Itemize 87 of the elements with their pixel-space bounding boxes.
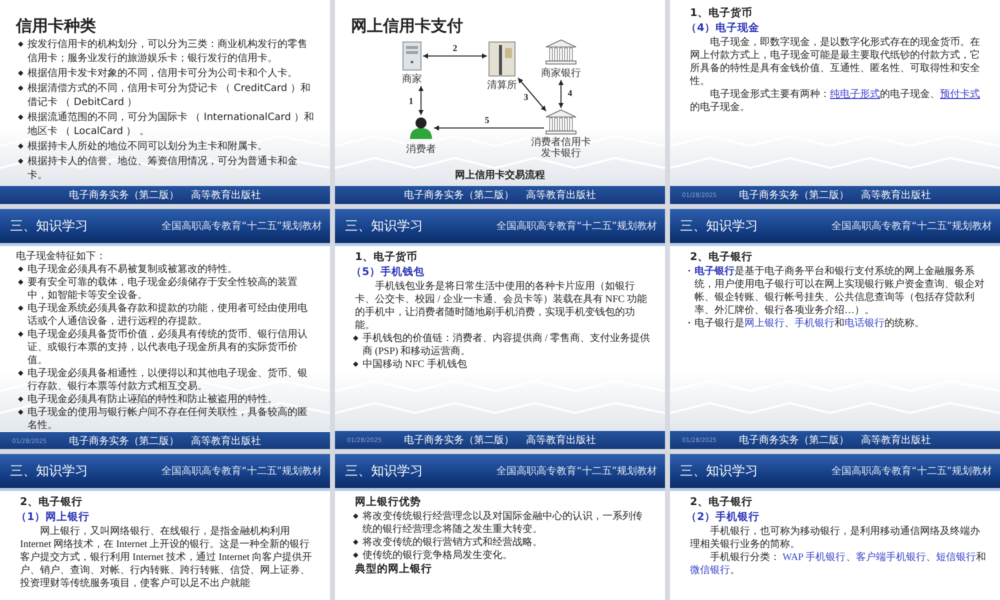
publisher-name: 高等教育出版社 — [861, 188, 931, 202]
paragraph: 电子现金，即数字现金，是以数字化形式存在的现金货币。在网上付款方式上，电子现金可能是最主要取代纸钞的付款方式，它所具备的特性是具有金钱价值、互通性、匿名性、可取得性和安全性。 — [690, 36, 981, 88]
arrow-label: 1 — [408, 96, 414, 106]
subsection-heading: （5）手机钱包 — [351, 265, 426, 280]
section-title: 三、知识学习 — [345, 463, 423, 480]
section-heading: 网上银行优势 — [355, 495, 422, 510]
book-title: 电子商务实务（第二版） — [69, 188, 179, 202]
bullet-text: 电子银行是网上银行、手机银行和电话银行的统称。 — [694, 317, 924, 330]
series-label: 全国高职高专教育“十二五”规划教材 — [162, 464, 322, 478]
bullet-text: 电子现金必须具有防止诬陷的特性和防止被盗用的特性。 — [27, 393, 278, 406]
slide-title: 信用卡种类 — [16, 16, 97, 36]
section-heading: 1、电子货币 — [690, 6, 754, 21]
publisher-name: 高等教育出版社 — [526, 188, 596, 202]
book-title: 电子商务实务（第二版） — [404, 188, 514, 202]
subsection-heading: （2）手机银行 — [686, 510, 760, 525]
bullet-text: 要有安全可靠的载体，电子现金必须储存于安全性较高的装置中，如智能卡等安全设备。 — [27, 276, 298, 302]
section-heading: 2、电子银行 — [690, 495, 754, 510]
paragraph: 手机钱包业务是将日常生活中使用的各种卡片应用（如银行卡、公交卡、校园 / 企业一卡通、会员卡等）装载在具有 NFC 功能的手机中，让消费者随时随地刷手机消费，实现手机变钱包的功能。 — [355, 280, 648, 332]
bullet-text: 电子现金必须具备货币价值，必须具有传统的货币、银行信用认证、或银行本票的支持，以代表电子现金所具有的实际货币价值。 — [27, 328, 308, 367]
bank-icon — [546, 40, 576, 64]
section-title: 三、知识学习 — [680, 463, 758, 480]
book-title: 电子商务实务（第二版） — [404, 434, 514, 447]
slide-thumbnail[interactable] — [0, 209, 330, 449]
slide-thumbnail[interactable]: 三、知识学习 全国高职高专教育“十二五”规划教材 2、电子银行 （2）手机银行 手机银行，也可称为移动银行，是利用移动通信网络及终端办理相关银行业务的简称。 手机银行分类： WAP 手机银行、客户端手机银行、短信银行和 微信银行。 — [670, 454, 1000, 600]
bullet-text: 电子现金必须具有不易被复制或被篡改的特性。 — [27, 263, 238, 276]
bullet-text: 根据清偿方式的不同，信用卡可分为贷记卡 （ CreditCard ）和借记卡 （ DebitCard ） — [27, 82, 312, 110]
section-title: 三、知识学习 — [10, 463, 88, 480]
slide-thumbnail[interactable]: 网上信用卡支付 1 2 3 4 5 商家 清算所 商家银行 消费者 消费者信用卡 发卡银行 网上信用卡交易流程 电子商务实务（第二版） 高等教育出版社 — [335, 0, 665, 204]
paragraph: 手机银行分类： WAP 手机银行、客户端手机银行、短信银行和 微信银行。 — [690, 551, 986, 577]
series-label: 全国高职高专教育“十二五”规划教材 — [832, 220, 992, 233]
section-title: 三、知识学习 — [680, 218, 758, 235]
bank-icon — [546, 110, 576, 134]
book-title: 电子商务实务（第二版） — [739, 188, 849, 202]
paragraph: 电子现金形式主要有两种：纯电子形式的电子现金、预付卡式 的电子现金。 — [690, 88, 981, 114]
person-icon — [410, 118, 432, 139]
arrow-label: 2 — [452, 43, 458, 53]
publisher-name: 高等教育出版社 — [861, 434, 931, 447]
building-icon — [488, 42, 516, 76]
slide-title: 网上信用卡支付 — [351, 16, 464, 36]
section-heading: 2、电子银行 — [20, 495, 84, 510]
slide-thumbnail[interactable] — [0, 0, 330, 204]
subsection-heading: （1）网上银行 — [16, 510, 90, 525]
slide-thumbnail[interactable] — [335, 209, 665, 449]
bullet-text: 根据持卡人的信誉、地位、筹资信用情况，可分为普通卡和金卡。 — [27, 155, 298, 183]
publisher-name: 高等教育出版社 — [526, 434, 596, 447]
series-label: 全国高职高专教育“十二五”规划教材 — [496, 220, 657, 233]
bullet-text: 按发行信用卡的机构划分，可以分为三类：商业机构发行的零售信用卡；服务业发行的旅游娱乐卡；银行发行的信用卡。 — [27, 38, 308, 66]
bullet-text: 根据持卡人所处的地位不同可以划分为主卡和附属卡。 — [27, 140, 268, 154]
section-title: 三、知识学习 — [345, 218, 423, 235]
link[interactable]: 纯电子形式 — [830, 89, 880, 100]
series-label: 全国高职高专教育“十二五”规划教材 — [496, 464, 657, 478]
section-heading: 典型的网上银行 — [355, 562, 433, 577]
publisher-name: 高等教育出版社 — [191, 188, 261, 202]
bullet-text: 将改变传统银行经营理念以及对国际金融中心的认识，一系列传统的银行经营理念将随之发生重大转变。 — [362, 510, 644, 536]
arrow-label: 5 — [484, 115, 490, 125]
arrow-label: 4 — [568, 88, 572, 98]
server-icon — [402, 42, 422, 70]
bullet-text: 手机钱包的价值链：消费者、内容提供商 / 零售商、支付业务提供商 (PSP) 和移动运营商。 — [362, 332, 651, 358]
node-label: 消费者信用卡 发卡银行 — [531, 137, 591, 159]
node-label: 商家 — [402, 74, 422, 85]
node-label: 商家银行 — [541, 68, 581, 79]
publisher-name: 高等教育出版社 — [191, 434, 261, 448]
section-heading: 1、电子货币 — [355, 250, 418, 265]
link[interactable]: 预付卡式 — [940, 89, 980, 100]
bullet-text: 根据信用卡发卡对象的不同，信用卡可分为公司卡和个人卡。 — [27, 67, 298, 81]
section-title: 三、知识学习 — [10, 218, 88, 235]
bullet-text: 电子现金的使用与银行帐户间不存在任何关联性，具备较高的匿名性。 — [27, 406, 308, 432]
node-label: 消费者 — [406, 144, 436, 155]
bullet-text: 中国移动 NFC 手机钱包 — [362, 358, 467, 371]
section-heading: 2、电子银行 — [690, 250, 754, 265]
paragraph: 电子现金特征如下： — [16, 250, 107, 263]
bullet-text: 根据流通范围的不同，可分为国际卡 （ InternationalCard ）和地区卡 （ LocalCard ） 。 — [27, 111, 316, 139]
node-label: 清算所 — [487, 80, 517, 91]
bullet-text: 使传统的银行竞争格局发生变化。 — [362, 549, 512, 562]
series-label: 全国高职高专教育“十二五”规划教材 — [162, 220, 322, 233]
paragraph: 手机银行，也可称为移动银行，是利用移动通信网络及终端办理相关银行业务的简称。 — [690, 525, 981, 551]
bullet-text: 电子现金系统必须具备存款和提款的功能，使用者可经由使用电话或个人通信设备，进行远程的存提款。 — [27, 302, 308, 328]
arrow-label: 3 — [524, 92, 528, 102]
bullet-text: 将改变传统的银行营销方式和经营战略。 — [362, 536, 542, 549]
series-label: 全国高职高专教育“十二五”规划教材 — [832, 464, 992, 478]
diagram-caption: 网上信用卡交易流程 — [454, 168, 546, 182]
paragraph: 网上银行，又叫网络银行、在线银行，是指金融机构利用 Internet 网络技术，在 Internet 上开设的银行。这是一种全新的银行客户提交方式，银行利用 Internet 技术，通过 Internet 向客户提供开户、销户、查询、对帐、行内转账、跨行转账、信贷、网上证券、投资理财等传统服务项目，使客户可以足不出户就能 — [20, 525, 314, 590]
book-title: 电子商务实务（第二版） — [69, 434, 179, 448]
book-title: 电子商务实务（第二版） — [739, 434, 849, 447]
subsection-heading: （4）电子现金 — [686, 21, 760, 36]
bullet-text: 电子现金必须具备相通性，以便得以和其他电子现金、货币、银行存款、银行本票等付款方式相互交易。 — [27, 367, 308, 393]
bullet-text: 电子银行是基于电子商务平台和银行支付系统的网上金融服务系统，用户使用电子银行可以在网上实现银行账户资金查询、银企对帐、银企转账、银行帐号挂失、公共信息查询等（包括存贷款利率、外汇牌价、银行各项业务介绍…）。 — [694, 265, 986, 317]
